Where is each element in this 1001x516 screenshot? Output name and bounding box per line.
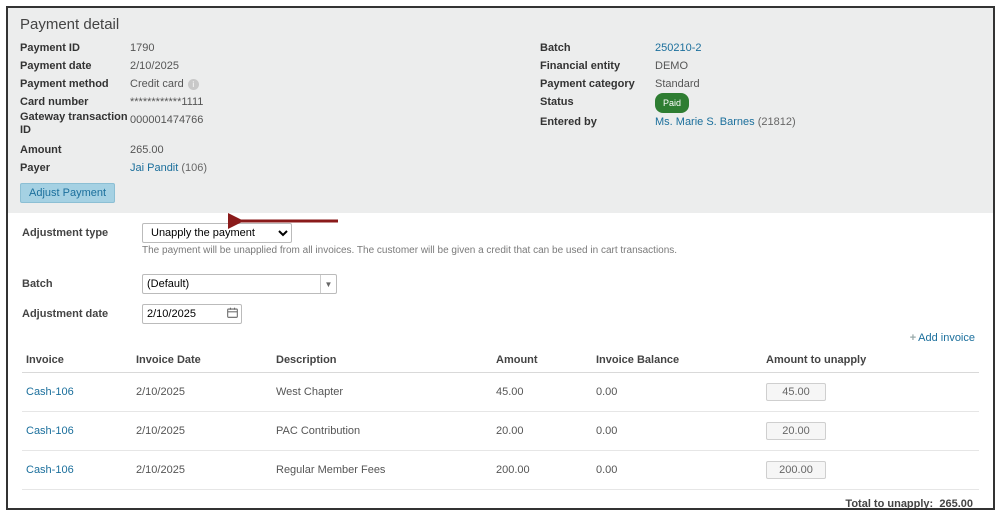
- page-title: Payment detail: [20, 16, 981, 33]
- value-entity: DEMO: [655, 57, 688, 75]
- adjustment-date-field[interactable]: [142, 304, 242, 324]
- value-category: Standard: [655, 75, 700, 93]
- adjustment-date-input[interactable]: [143, 308, 223, 320]
- cell-balance: 0.00: [592, 373, 762, 412]
- value-payment-date: 2/10/2025: [130, 57, 179, 75]
- label-payment-id: Payment ID: [20, 39, 130, 57]
- entered-by-id: (21812): [758, 116, 796, 128]
- adjust-payment-button[interactable]: Adjust Payment: [20, 183, 115, 203]
- label-payment-method: Payment method: [20, 75, 130, 93]
- label-batch-form: Batch: [22, 278, 142, 290]
- th-amount: Amount: [492, 348, 592, 373]
- invoice-link[interactable]: Cash-106: [26, 464, 74, 476]
- add-invoice-link[interactable]: +Add invoice: [22, 332, 975, 344]
- cell-amount: 45.00: [492, 373, 592, 412]
- amount-to-unapply-input[interactable]: [766, 422, 826, 440]
- cell-date: 2/10/2025: [132, 412, 272, 451]
- label-adjustment-date: Adjustment date: [22, 308, 142, 320]
- label-adjustment-type: Adjustment type: [22, 227, 142, 239]
- cell-amount: 20.00: [492, 412, 592, 451]
- table-row: Cash-106 2/10/2025West Chapter45.000.00: [22, 373, 979, 412]
- invoice-link[interactable]: Cash-106: [26, 386, 74, 398]
- amount-to-unapply-input[interactable]: [766, 461, 826, 479]
- table-row: Cash-106 2/10/2025PAC Contribution20.000.…: [22, 412, 979, 451]
- batch-link[interactable]: 250210-2: [655, 42, 702, 54]
- label-payment-date: Payment date: [20, 57, 130, 75]
- payer-link[interactable]: Jai Pandit: [130, 162, 178, 174]
- value-card-number: ************1111: [130, 93, 203, 111]
- th-invoice: Invoice: [22, 348, 132, 373]
- label-amount: Amount: [20, 141, 130, 159]
- batch-input[interactable]: [143, 278, 320, 290]
- amount-to-unapply-input[interactable]: [766, 383, 826, 401]
- label-entered-by: Entered by: [540, 113, 655, 131]
- total-value: 265.00: [939, 498, 973, 510]
- entered-by-link[interactable]: Ms. Marie S. Barnes: [655, 116, 755, 128]
- payment-detail-header: Payment detail Payment ID1790 Payment da…: [8, 8, 993, 213]
- label-gateway-id: Gateway transaction ID: [20, 111, 130, 137]
- label-batch: Batch: [540, 39, 655, 57]
- cell-balance: 0.00: [592, 412, 762, 451]
- adjustment-help-text: The payment will be unapplied from all i…: [142, 245, 979, 256]
- invoice-link[interactable]: Cash-106: [26, 425, 74, 437]
- th-unapply: Amount to unapply: [762, 348, 979, 373]
- total-label: Total to unapply:: [845, 498, 933, 510]
- cell-desc: West Chapter: [272, 373, 492, 412]
- label-entity: Financial entity: [540, 57, 655, 75]
- cell-date: 2/10/2025: [132, 451, 272, 490]
- calendar-icon[interactable]: [223, 307, 241, 321]
- status-badge: Paid: [655, 93, 689, 113]
- th-balance: Invoice Balance: [592, 348, 762, 373]
- table-row: Cash-106 2/10/2025Regular Member Fees200.…: [22, 451, 979, 490]
- cell-balance: 0.00: [592, 451, 762, 490]
- value-amount: 265.00: [130, 141, 164, 159]
- th-desc: Description: [272, 348, 492, 373]
- chevron-down-icon[interactable]: ▼: [320, 275, 336, 293]
- info-icon[interactable]: i: [188, 79, 199, 90]
- cell-desc: PAC Contribution: [272, 412, 492, 451]
- value-payment-id: 1790: [130, 39, 154, 57]
- value-gateway-id: 000001474766: [130, 111, 203, 137]
- invoice-table: Invoice Invoice Date Description Amount …: [22, 348, 979, 490]
- payer-id: (106): [181, 162, 207, 174]
- cell-desc: Regular Member Fees: [272, 451, 492, 490]
- th-date: Invoice Date: [132, 348, 272, 373]
- label-card-number: Card number: [20, 93, 130, 111]
- label-status: Status: [540, 93, 655, 113]
- adjustment-type-select[interactable]: Unapply the payment: [142, 223, 292, 243]
- label-payer: Payer: [20, 159, 130, 177]
- value-payment-method: Credit card: [130, 78, 184, 90]
- label-category: Payment category: [540, 75, 655, 93]
- cell-amount: 200.00: [492, 451, 592, 490]
- batch-combo[interactable]: ▼: [142, 274, 337, 294]
- cell-date: 2/10/2025: [132, 373, 272, 412]
- plus-icon: +: [910, 332, 916, 344]
